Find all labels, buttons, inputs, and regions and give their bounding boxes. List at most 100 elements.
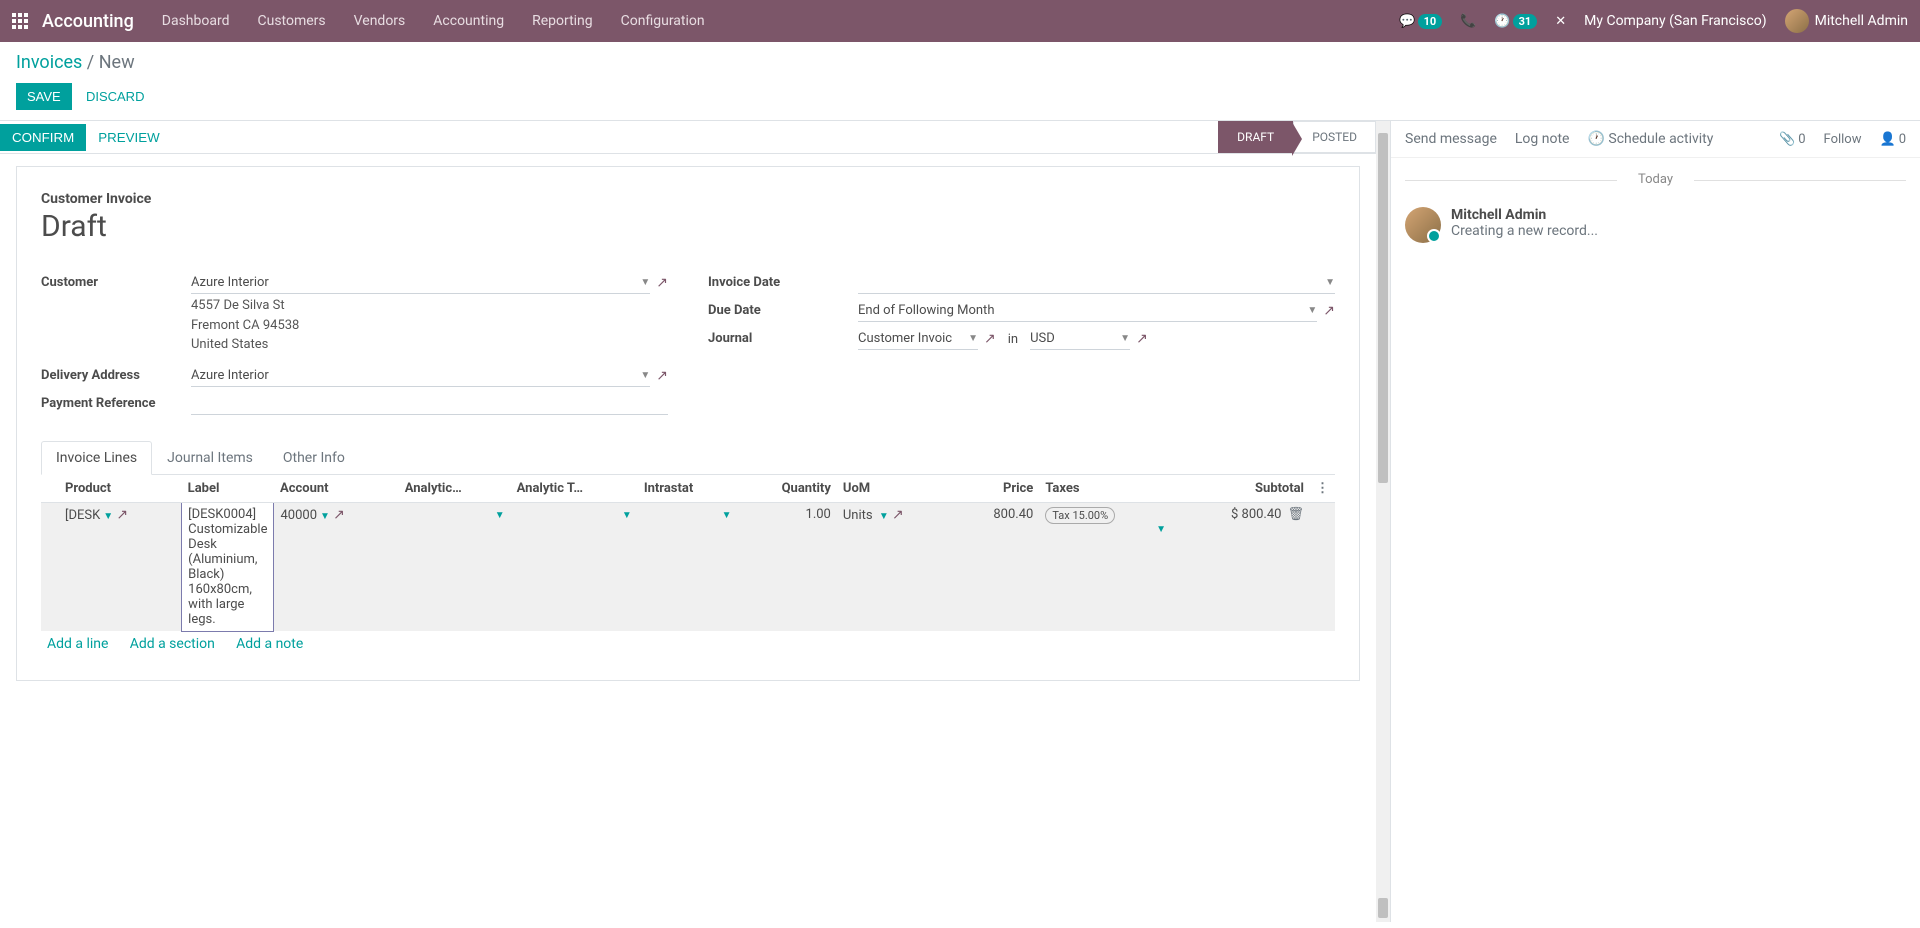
cell-quantity[interactable]: 1.00 bbox=[737, 502, 836, 631]
cell-uom[interactable]: Units ▼ ↗ bbox=[837, 502, 955, 631]
chevron-down-icon: ▼ bbox=[640, 277, 650, 288]
col-uom: UoM bbox=[837, 475, 955, 503]
chevron-down-icon: ▼ bbox=[622, 510, 632, 521]
nav-vendors[interactable]: Vendors bbox=[354, 13, 406, 29]
page-title: Draft bbox=[41, 209, 1335, 244]
messaging-icon[interactable]: 💬10 bbox=[1399, 14, 1442, 29]
in-label: in bbox=[1002, 332, 1024, 347]
close-icon[interactable]: ✕ bbox=[1555, 14, 1566, 29]
cell-product[interactable]: [DESK▼ ↗ bbox=[59, 502, 182, 631]
customer-field[interactable]: Azure Interior▼ bbox=[191, 272, 650, 294]
cell-subtotal: $ 800.40🗑 bbox=[1172, 502, 1310, 631]
chevron-down-icon: ▼ bbox=[1325, 277, 1335, 288]
breadcrumb-root[interactable]: Invoices bbox=[16, 52, 82, 73]
apps-icon[interactable] bbox=[12, 13, 28, 29]
delivery-label: Delivery Address bbox=[41, 365, 191, 383]
nav-customers[interactable]: Customers bbox=[258, 13, 326, 29]
cell-taxes[interactable]: Tax 15.00% ▼ bbox=[1039, 502, 1172, 631]
journal-label: Journal bbox=[708, 328, 858, 346]
avatar bbox=[1785, 9, 1809, 33]
external-link-icon[interactable]: ↗ bbox=[656, 368, 668, 384]
preview-button[interactable]: Preview bbox=[86, 124, 171, 151]
cell-account[interactable]: 40000▼ ↗ bbox=[274, 502, 399, 631]
col-label: Label bbox=[182, 475, 274, 503]
chevron-down-icon: ▼ bbox=[1156, 524, 1166, 535]
status-draft[interactable]: Draft bbox=[1218, 121, 1293, 153]
external-link-icon[interactable]: ↗ bbox=[656, 275, 668, 291]
breadcrumb-current: New bbox=[99, 52, 135, 73]
cell-label[interactable]: [DESK0004] Customizable Desk (Aluminium,… bbox=[182, 502, 274, 631]
date-separator: Today bbox=[1391, 172, 1920, 187]
scrollbar[interactable] bbox=[1376, 121, 1390, 922]
payref-label: Payment Reference bbox=[41, 393, 191, 411]
tab-other-info[interactable]: Other Info bbox=[268, 441, 360, 474]
add-note-link[interactable]: Add a note bbox=[236, 636, 303, 652]
col-analytic: Analytic… bbox=[399, 475, 511, 503]
external-link-icon[interactable]: ↗ bbox=[116, 507, 128, 523]
tab-journal-items[interactable]: Journal Items bbox=[152, 441, 268, 474]
col-quantity: Quantity bbox=[737, 475, 836, 503]
cell-analytic-t[interactable]: ▼ bbox=[511, 502, 638, 631]
kebab-icon[interactable]: ⋮ bbox=[1310, 475, 1335, 503]
message-body: Creating a new record... bbox=[1451, 223, 1598, 239]
table-row[interactable]: [DESK▼ ↗ [DESK0004] Customizable Desk (A… bbox=[41, 502, 1335, 631]
chevron-down-icon: ▼ bbox=[1307, 305, 1317, 316]
activities-badge: 31 bbox=[1513, 14, 1538, 29]
user-name: Mitchell Admin bbox=[1815, 13, 1908, 29]
message-author[interactable]: Mitchell Admin bbox=[1451, 207, 1598, 223]
nav-configuration[interactable]: Configuration bbox=[621, 13, 705, 29]
schedule-activity-button[interactable]: 🕐 Schedule activity bbox=[1587, 131, 1713, 147]
external-link-icon[interactable]: ↗ bbox=[333, 507, 345, 523]
attachments-button[interactable]: 📎0 bbox=[1779, 132, 1806, 147]
breadcrumb: Invoices / New bbox=[16, 52, 1904, 73]
chevron-down-icon: ▼ bbox=[320, 511, 330, 522]
save-button[interactable]: Save bbox=[16, 83, 72, 110]
col-taxes: Taxes bbox=[1039, 475, 1172, 503]
external-link-icon[interactable]: ↗ bbox=[984, 331, 996, 347]
col-intrastat: Intrastat bbox=[638, 475, 738, 503]
send-message-button[interactable]: Send message bbox=[1405, 131, 1497, 147]
invdate-field[interactable]: ▼ bbox=[858, 272, 1335, 294]
add-line-link[interactable]: Add a line bbox=[47, 636, 108, 652]
avatar bbox=[1405, 207, 1441, 243]
tax-pill[interactable]: Tax 15.00% bbox=[1045, 507, 1115, 524]
payref-field[interactable] bbox=[191, 393, 668, 415]
confirm-button[interactable]: Confirm bbox=[0, 124, 86, 151]
col-subtotal: Subtotal bbox=[1172, 475, 1310, 503]
nav-reporting[interactable]: Reporting bbox=[532, 13, 593, 29]
add-section-link[interactable]: Add a section bbox=[130, 636, 215, 652]
nav-accounting[interactable]: Accounting bbox=[433, 13, 504, 29]
chevron-down-icon: ▼ bbox=[640, 370, 650, 381]
follow-button[interactable]: Follow bbox=[1824, 132, 1862, 147]
external-link-icon[interactable]: ↗ bbox=[892, 507, 904, 523]
company-selector[interactable]: My Company (San Francisco) bbox=[1584, 13, 1766, 29]
nav-dashboard[interactable]: Dashboard bbox=[162, 13, 230, 29]
chevron-down-icon: ▼ bbox=[103, 511, 113, 522]
cell-price[interactable]: 800.40 bbox=[955, 502, 1039, 631]
app-brand[interactable]: Accounting bbox=[42, 11, 134, 32]
followers-button[interactable]: 👤0 bbox=[1880, 132, 1907, 147]
external-link-icon[interactable]: ↗ bbox=[1323, 303, 1335, 319]
currency-field[interactable]: USD▼ bbox=[1030, 328, 1130, 350]
trash-icon[interactable]: 🗑 bbox=[1287, 507, 1304, 522]
user-menu[interactable]: Mitchell Admin bbox=[1785, 9, 1908, 33]
journal-field[interactable]: Customer Invoic▼ bbox=[858, 328, 978, 350]
log-note-button[interactable]: Log note bbox=[1515, 131, 1570, 147]
col-account: Account bbox=[274, 475, 399, 503]
delivery-field[interactable]: Azure Interior▼ bbox=[191, 365, 650, 387]
phone-icon[interactable]: 📞 bbox=[1460, 14, 1476, 29]
customer-address: 4557 De Silva St Fremont CA 94538 United… bbox=[191, 296, 668, 355]
activities-icon[interactable]: 🕐31 bbox=[1494, 14, 1537, 29]
chevron-down-icon: ▼ bbox=[722, 510, 732, 521]
col-analytic-t: Analytic T… bbox=[511, 475, 638, 503]
chevron-down-icon: ▼ bbox=[495, 510, 505, 521]
cell-analytic[interactable]: ▼ bbox=[399, 502, 511, 631]
cell-intrastat[interactable]: ▼ bbox=[638, 502, 738, 631]
duedate-label: Due Date bbox=[708, 300, 858, 318]
external-link-icon[interactable]: ↗ bbox=[1136, 331, 1148, 347]
status-posted[interactable]: Posted bbox=[1293, 121, 1376, 153]
discard-button[interactable]: Discard bbox=[75, 83, 156, 110]
tab-invoice-lines[interactable]: Invoice Lines bbox=[41, 441, 152, 475]
duedate-field[interactable]: End of Following Month▼ bbox=[858, 300, 1317, 322]
chevron-down-icon: ▼ bbox=[968, 333, 978, 344]
